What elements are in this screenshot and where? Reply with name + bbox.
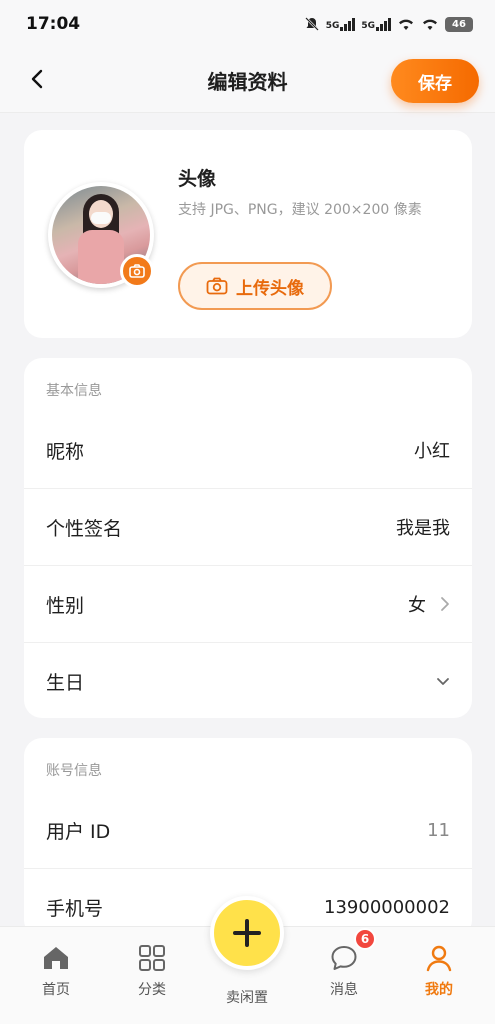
battery-icon: 46 — [445, 16, 473, 32]
tab-label: 首页 — [42, 982, 70, 998]
plus-icon — [233, 919, 261, 947]
avatar-hint: 支持 JPG、PNG，建议 200×200 像素 — [178, 202, 422, 218]
row-value-wrap — [422, 677, 450, 687]
row-value: 我是我 — [396, 518, 450, 539]
upload-avatar-label: 上传头像 — [236, 278, 304, 299]
row-label: 个性签名 — [46, 517, 123, 540]
header: 编辑资料 保存 — [0, 48, 495, 112]
tab-label: 分类 — [138, 982, 166, 998]
user-icon — [426, 945, 452, 972]
tab-home[interactable]: 首页 — [16, 941, 96, 999]
avatar-card: 头像 支持 JPG、PNG，建议 200×200 像素 上传头像 — [24, 130, 472, 338]
row-birthday[interactable]: 生日 — [24, 643, 472, 720]
row-gender[interactable]: 性别 女 — [24, 566, 472, 643]
tab-label: 我的 — [425, 982, 453, 998]
row-value: 11 — [427, 819, 450, 841]
message-badge: 6 — [354, 928, 376, 950]
row-value: 小红 — [414, 441, 450, 462]
row-label: 手机号 — [46, 898, 104, 920]
mute-bell-icon — [304, 17, 319, 31]
signal-icon-2: 5G — [361, 17, 391, 31]
row-signature[interactable]: 个性签名 我是我 — [24, 489, 472, 566]
row-user-id: 用户 ID 11 — [24, 792, 472, 869]
row-value-wrap: 女 — [408, 591, 450, 617]
chevron-right-icon — [441, 597, 449, 611]
tab-label: 消息 — [330, 982, 358, 998]
save-button[interactable]: 保存 — [391, 59, 479, 103]
camera-badge-icon[interactable] — [120, 254, 154, 288]
sell-label: 卖闲置 — [226, 990, 268, 1006]
chevron-down-icon — [437, 677, 449, 685]
status-time: 17:04 — [26, 14, 81, 34]
section-label-account: 账号信息 — [46, 763, 102, 779]
home-icon — [44, 947, 68, 969]
status-icons: 5G 5G 46 — [304, 16, 473, 32]
wifi-icon-2 — [423, 19, 437, 30]
status-bar: 17:04 5G 5G 46 — [0, 0, 495, 48]
section-label-basic: 基本信息 — [46, 383, 102, 399]
upload-avatar-button[interactable]: 上传头像 — [178, 262, 332, 310]
row-value: 女 — [408, 595, 426, 616]
signal-icon: 5G — [326, 17, 356, 31]
row-label: 生日 — [46, 672, 85, 694]
row-value: 13900000002 — [324, 897, 450, 918]
avatar-title: 头像 — [178, 168, 217, 190]
camera-icon — [206, 277, 228, 295]
row-label: 昵称 — [46, 440, 85, 463]
header-divider — [0, 112, 495, 113]
tab-category[interactable]: 分类 — [112, 941, 192, 999]
wifi-icon — [399, 19, 413, 30]
sell-button[interactable] — [210, 896, 284, 970]
grid-icon — [139, 945, 165, 971]
chat-icon — [331, 946, 357, 970]
row-label: 性别 — [46, 594, 85, 617]
tab-messages[interactable]: 消息 — [304, 941, 384, 999]
row-label: 用户 ID — [46, 820, 111, 843]
tab-me[interactable]: 我的 — [399, 941, 479, 999]
basic-info-card: 基本信息 昵称 小红 个性签名 我是我 性别 女 生日 — [24, 358, 472, 718]
row-nickname[interactable]: 昵称 小红 — [24, 412, 472, 489]
